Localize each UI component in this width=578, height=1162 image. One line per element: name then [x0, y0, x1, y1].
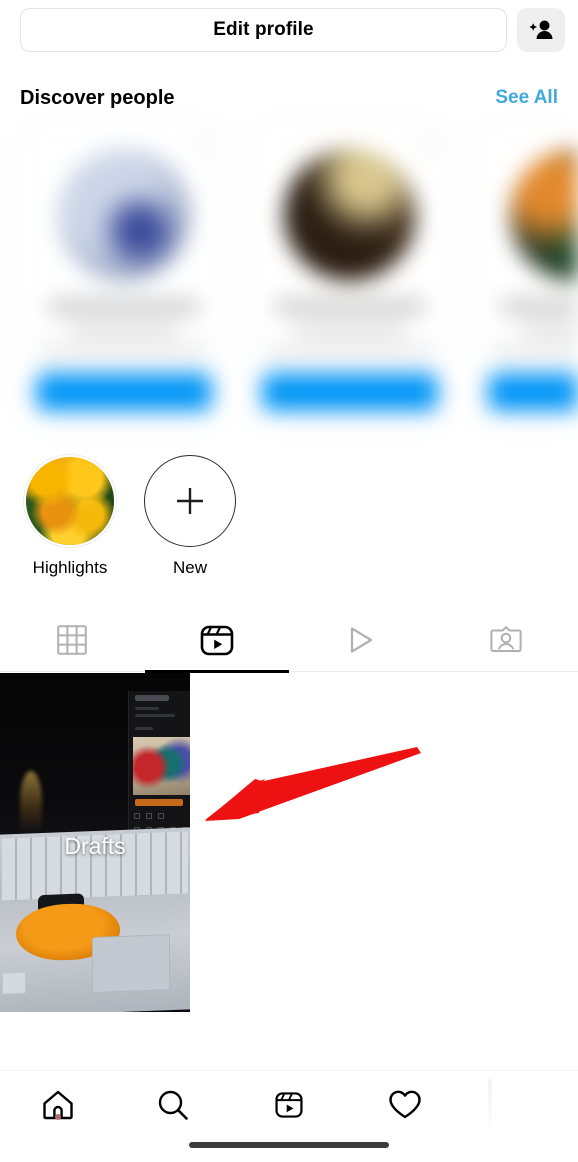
highlight-label: New: [172, 558, 207, 577]
discover-person-card[interactable]: [246, 124, 454, 424]
instagram-profile-screen: Edit profile Discover people See All Hig…: [0, 0, 578, 1162]
highlight-item-highlights[interactable]: Highlights: [20, 455, 120, 595]
discover-people-title: Discover people: [20, 86, 175, 109]
avatar: [58, 149, 190, 281]
person-add-icon: [529, 20, 553, 39]
new-highlight-button[interactable]: [144, 455, 236, 547]
edit-profile-label: Edit profile: [213, 19, 314, 40]
highlight-thumbnail[interactable]: [24, 455, 116, 547]
light-glow: [20, 771, 42, 833]
instagram-wordmark: [135, 695, 169, 701]
highlight-label: Highlights: [32, 558, 108, 577]
discover-people-carousel[interactable]: [0, 124, 578, 436]
screen-cta-bar: [135, 799, 183, 806]
highlight-item-new[interactable]: New: [140, 455, 240, 595]
discover-people-header: Discover people See All: [0, 80, 578, 116]
home-indicator[interactable]: [189, 1142, 389, 1148]
person-handle-redacted: [70, 324, 178, 337]
screen-text-line: [135, 714, 175, 717]
follow-button[interactable]: [262, 373, 438, 411]
follow-button[interactable]: [488, 373, 578, 411]
bottom-navigation-bar: [0, 1070, 578, 1162]
screen-text-line: [135, 727, 153, 730]
discover-person-card[interactable]: [20, 124, 228, 424]
follow-button[interactable]: [36, 373, 212, 411]
person-name-redacted: [501, 299, 578, 314]
screen-text-line: [135, 707, 159, 710]
see-all-link[interactable]: See All: [495, 87, 558, 109]
add-person-button[interactable]: [517, 8, 565, 52]
home-notification-dot: [54, 1114, 61, 1120]
discover-person-card[interactable]: [472, 124, 578, 424]
person-meta-redacted: [491, 345, 578, 357]
person-meta-redacted: [39, 345, 209, 357]
person-handle-redacted: [522, 324, 578, 337]
nav-activity[interactable]: [347, 1089, 463, 1121]
profile-action-row: Edit profile: [0, 5, 578, 55]
laptop-trackpad: [92, 934, 170, 994]
heart-icon: [388, 1090, 421, 1119]
marigold-flowers-image: [26, 457, 114, 545]
avatar: [510, 149, 578, 281]
nav-home[interactable]: [0, 1088, 116, 1122]
story-highlights-row: Highlights New: [0, 455, 578, 595]
nav-edge-artifact: [489, 1079, 491, 1131]
drafts-label: Drafts: [64, 833, 126, 859]
active-tab-underline-wrap: [0, 608, 578, 673]
laptop-sticker: [2, 971, 26, 995]
close-icon[interactable]: [423, 137, 439, 153]
edit-profile-button[interactable]: Edit profile: [20, 8, 507, 52]
nav-search[interactable]: [116, 1088, 232, 1122]
nav-reels[interactable]: [231, 1089, 347, 1121]
underline-slot-tagged: [434, 608, 578, 672]
screen-post-image: [133, 737, 190, 795]
person-name-redacted: [49, 299, 199, 314]
person-name-redacted: [275, 299, 425, 314]
person-meta-redacted: [265, 345, 435, 357]
search-icon: [159, 1090, 189, 1120]
person-handle-redacted: [296, 324, 404, 337]
underline-slot-video: [289, 608, 434, 672]
reels-icon: [275, 1092, 303, 1118]
underline-slot-reels: [144, 608, 289, 673]
close-icon[interactable]: [197, 137, 213, 153]
reels-grid: Drafts: [0, 673, 578, 1013]
plus-icon: [177, 488, 203, 514]
bottom-nav-items: [0, 1077, 578, 1133]
drafts-thumbnail[interactable]: Drafts: [0, 673, 190, 1012]
avatar: [284, 149, 416, 281]
underline-slot-grid: [0, 608, 145, 672]
